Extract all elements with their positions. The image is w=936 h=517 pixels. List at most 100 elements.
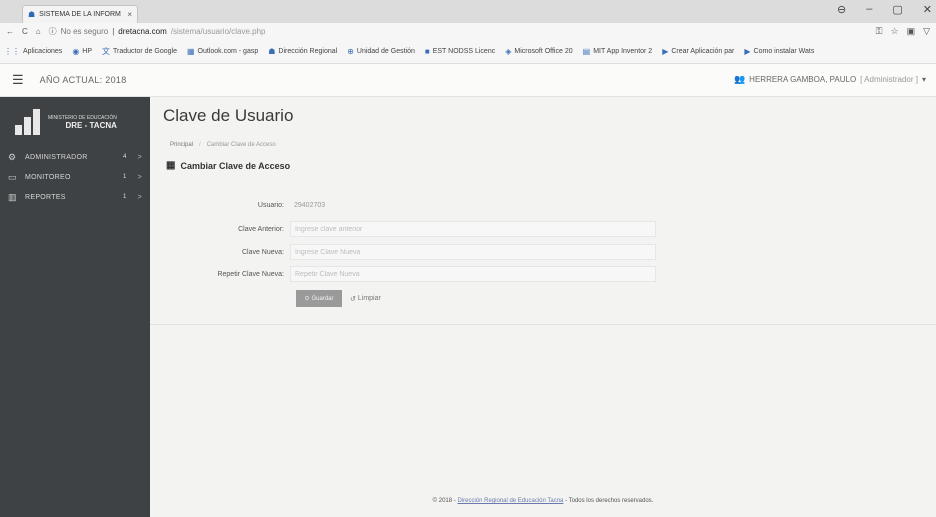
repetir-clave-label: Repetir Clave Nueva:	[217, 270, 284, 278]
window-controls: ⊖ – ▢ ✕	[837, 3, 932, 16]
clear-button[interactable]: ↺ Limpiar	[350, 295, 381, 303]
sidebar-item-badge: 4	[122, 154, 127, 160]
account-icon[interactable]: ⊖	[837, 3, 846, 16]
user-role: [ Administrador ]	[860, 75, 918, 84]
chevron-right-icon: >	[137, 193, 142, 201]
bookmark-aplicaciones[interactable]: ⋮⋮ Aplicaciones	[4, 47, 62, 56]
breadcrumb-separator: /	[199, 142, 201, 148]
bookmarks-bar: ⋮⋮ Aplicaciones ◉ HP 文 Traductor de Google …	[0, 40, 936, 64]
sidebar-item-label: MONITOREO	[25, 173, 71, 181]
shield-icon[interactable]: ▽	[923, 26, 930, 37]
repetir-clave-input[interactable]	[290, 266, 656, 282]
clave-nueva-label: Clave Nueva:	[241, 248, 284, 256]
footer-prefix: © 2018 -	[432, 498, 458, 504]
logo[interactable]: MINISTERIO DE EDUCACIÓN DRE - TACNA	[0, 97, 150, 147]
clave-nueva-input[interactable]	[290, 244, 656, 260]
info-icon[interactable]: ⓘ	[49, 26, 57, 37]
bookmark-icon: ■	[424, 47, 430, 56]
translate-icon: 文	[102, 47, 111, 56]
usuario-row: Usuario: 29402703	[150, 197, 936, 213]
security-label: No es seguro	[60, 27, 109, 36]
save-button-label: Guardar	[311, 295, 334, 302]
bookmark-outlook[interactable]: ▦ Outlook.com - gasp	[187, 47, 258, 56]
bookmark-office[interactable]: ◈ Microsoft Office 20	[505, 47, 572, 56]
sidebar-item-reportes[interactable]: ▥ REPORTES 1 >	[0, 187, 150, 207]
home-icon[interactable]: ⌂	[36, 27, 41, 36]
browser-tab-bar: ☗ SISTEMA DE LA INFORM × ⊖ – ▢ ✕	[0, 0, 936, 23]
clave-nueva-row: Clave Nueva:	[150, 244, 936, 260]
star-icon[interactable]: ☆	[890, 26, 898, 37]
minimize-icon[interactable]: –	[866, 3, 872, 16]
user-icon: 👥	[733, 74, 746, 84]
bar-chart-icon: ▥	[8, 191, 17, 202]
key-icon[interactable]: ⚿	[876, 26, 883, 37]
section-header: ▦ Cambiar Clave de Acceso	[166, 160, 290, 171]
youtube-icon: ▶	[744, 47, 751, 56]
chevron-right-icon: >	[137, 153, 142, 161]
dre-icon: ☗	[268, 47, 276, 56]
sidebar-item-monitoreo[interactable]: ▭ MONITOREO 1 >	[0, 167, 150, 187]
bookmark-app-inventor[interactable]: ▤ MIT App Inventor 2	[583, 47, 653, 56]
reload-icon[interactable]: C	[22, 27, 28, 36]
section-title: Cambiar Clave de Acceso	[180, 160, 291, 171]
back-icon[interactable]: ←	[6, 27, 14, 36]
sidebar-item-label: REPORTES	[25, 193, 66, 201]
form-actions: ⊙ Guardar ↺ Limpiar	[296, 290, 381, 307]
outlook-icon: ▦	[186, 47, 195, 56]
close-tab-icon[interactable]: ×	[127, 10, 132, 19]
clave-anterior-input[interactable]	[290, 221, 656, 237]
bookmark-crear-aplicacion[interactable]: ▶ Crear Aplicación par	[662, 47, 734, 56]
bookmark-como-instalar[interactable]: ▶ Como instalar Wats	[744, 47, 814, 56]
site-favicon-icon: ☗	[28, 10, 36, 19]
usuario-value: 29402703	[294, 201, 326, 209]
clave-anterior-row: Clave Anterior:	[150, 221, 936, 237]
extension-icon[interactable]: ▣	[907, 26, 916, 37]
logo-text: MINISTERIO DE EDUCACIÓN DRE - TACNA	[48, 115, 117, 130]
browser-tab-title: SISTEMA DE LA INFORM	[39, 11, 121, 18]
logo-mark-icon	[15, 109, 40, 135]
breadcrumb-home[interactable]: Principal	[170, 142, 193, 148]
bookmark-est-nodss[interactable]: ■ EST NODSS Licenc	[425, 47, 495, 56]
monitor-icon: ▭	[8, 171, 17, 182]
sidebar-item-label: ADMINISTRADOR	[25, 153, 88, 161]
current-year-label: AÑO ACTUAL: 2018	[39, 75, 127, 85]
browser-tab[interactable]: ☗ SISTEMA DE LA INFORM ×	[22, 5, 138, 23]
grid-icon: ▦	[166, 160, 176, 171]
clear-button-label: Limpiar	[357, 295, 381, 302]
gear-icon: ⚙	[8, 151, 17, 162]
footer: © 2018 - Dirección Regional de Educación…	[150, 498, 936, 504]
address-actions: ⚿ ☆ ▣ ▽	[876, 26, 930, 37]
footer-org-link[interactable]: Dirección Regional de Educación Tacna	[457, 498, 563, 504]
content-divider	[150, 324, 936, 325]
bookmark-traductor[interactable]: 文 Traductor de Google	[102, 46, 177, 57]
address-bar: ← C ⌂ ⓘ No es seguro | dretacna.com/sist…	[0, 23, 936, 40]
hamburger-menu-icon[interactable]: ☰	[12, 72, 24, 88]
app-header: ☰ AÑO ACTUAL: 2018 👥 HERRERA GAMBOA, PAU…	[0, 64, 936, 97]
save-button[interactable]: ⊙ Guardar	[296, 290, 342, 307]
bookmark-direccion-regional[interactable]: ☗ Dirección Regional	[268, 47, 337, 56]
repetir-clave-row: Repetir Clave Nueva:	[150, 266, 936, 282]
clave-anterior-label: Clave Anterior:	[238, 225, 284, 233]
maximize-icon[interactable]: ▢	[892, 3, 902, 16]
sidebar: MINISTERIO DE EDUCACIÓN DRE - TACNA ⚙ AD…	[0, 97, 150, 517]
breadcrumb-current: Cambiar Clave de Acceso	[206, 142, 276, 148]
url-field[interactable]: ⓘ No es seguro | dretacna.com/sistema/us…	[49, 26, 868, 37]
close-window-icon[interactable]: ✕	[923, 3, 932, 16]
breadcrumb: Principal / Cambiar Clave de Acceso	[170, 142, 276, 148]
bookmark-hp[interactable]: ◉ HP	[72, 47, 92, 56]
user-menu[interactable]: 👥 HERRERA GAMBOA, PAULO [ Administrador …	[734, 74, 926, 85]
logo-line2: DRE - TACNA	[65, 120, 117, 130]
page-title: Clave de Usuario	[163, 106, 294, 125]
app-icon: ▤	[582, 47, 591, 56]
save-icon: ⊙	[304, 296, 310, 302]
sidebar-item-administrador[interactable]: ⚙ ADMINISTRADOR 4 >	[0, 147, 150, 167]
sidebar-item-badge: 1	[122, 174, 127, 180]
link-icon: ⊕	[347, 47, 354, 56]
url-separator: |	[112, 27, 115, 36]
hp-icon: ◉	[72, 47, 80, 56]
chevron-right-icon: >	[137, 173, 142, 181]
apps-icon: ⋮⋮	[4, 47, 20, 56]
youtube-icon: ▶	[662, 47, 669, 56]
footer-suffix: - Todos los derechos reservados.	[563, 498, 654, 504]
bookmark-unidad-gestion[interactable]: ⊕ Unidad de Gestión	[347, 47, 415, 56]
